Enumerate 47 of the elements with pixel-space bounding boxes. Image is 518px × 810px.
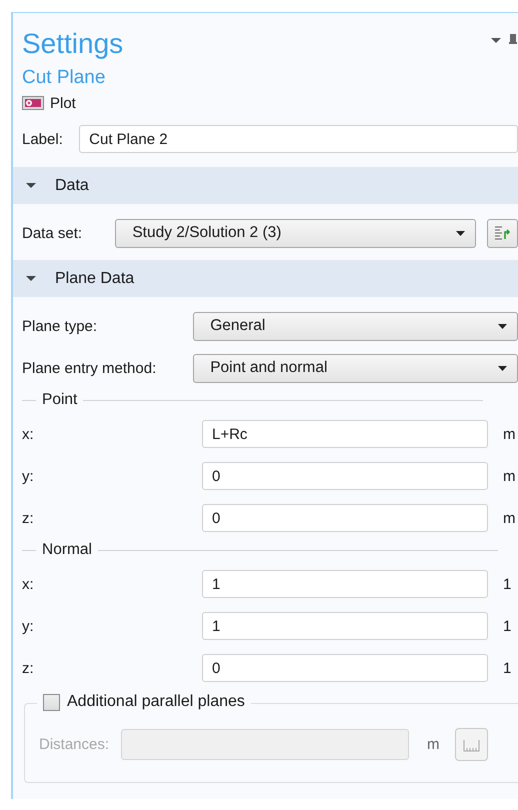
plot-icon <box>22 96 44 110</box>
go-to-source-button[interactable] <box>486 218 518 248</box>
pin-icon <box>509 34 517 46</box>
unit-label: 1 <box>503 618 512 634</box>
unit-label: m <box>503 426 516 442</box>
field-label: Label: <box>22 130 64 148</box>
node-name: Cut Plane <box>22 66 106 90</box>
field-label: y: <box>22 468 35 484</box>
input-field[interactable]: 0 <box>202 504 488 532</box>
list-icon <box>493 225 512 241</box>
dropdown-icon <box>491 38 501 42</box>
caret-icon <box>498 366 507 370</box>
label-field[interactable]: Cut Plane 2 <box>79 125 518 153</box>
input-field[interactable]: L+Rc <box>202 420 488 448</box>
field-label: Plane type: <box>22 318 98 334</box>
field-label: z: <box>22 660 35 676</box>
field-label: Distances: <box>39 736 110 753</box>
field-label: x: <box>22 426 35 442</box>
dropdown[interactable]: Point and normal <box>193 354 518 382</box>
dropdown[interactable]: Study 2/Solution 2 (3) <box>115 218 476 248</box>
node-type: Plot <box>50 94 76 112</box>
input-field[interactable]: 1 <box>202 570 488 598</box>
unit-label: m <box>503 510 516 526</box>
input-field[interactable]: 0 <box>202 654 488 682</box>
caret-icon <box>456 230 465 236</box>
field-label: x: <box>22 576 35 592</box>
group-title: Point <box>41 391 78 409</box>
field-label: Plane entry method: <box>22 360 158 376</box>
caret-icon <box>498 324 507 328</box>
field-label: Data set: <box>22 224 84 242</box>
distances-field[interactable] <box>121 729 409 760</box>
field-label: z: <box>22 510 35 526</box>
group-title: Normal <box>41 541 93 559</box>
unit-label: m <box>427 736 440 753</box>
section-header[interactable]: Data <box>13 167 518 204</box>
checkbox-label: Additional parallel planes <box>67 693 245 711</box>
checkbox[interactable] <box>43 694 60 710</box>
dropdown[interactable]: General <box>193 312 518 340</box>
range-button[interactable] <box>454 728 488 761</box>
section-header[interactable]: Plane Data <box>13 260 518 297</box>
input-field[interactable]: 1 <box>202 612 488 640</box>
input-field[interactable]: 0 <box>202 462 488 490</box>
field-label: y: <box>22 618 35 634</box>
unit-label: m <box>503 468 516 484</box>
unit-label: 1 <box>503 576 512 592</box>
unit-label: 1 <box>503 660 512 676</box>
panel-title: Settings <box>22 27 124 61</box>
